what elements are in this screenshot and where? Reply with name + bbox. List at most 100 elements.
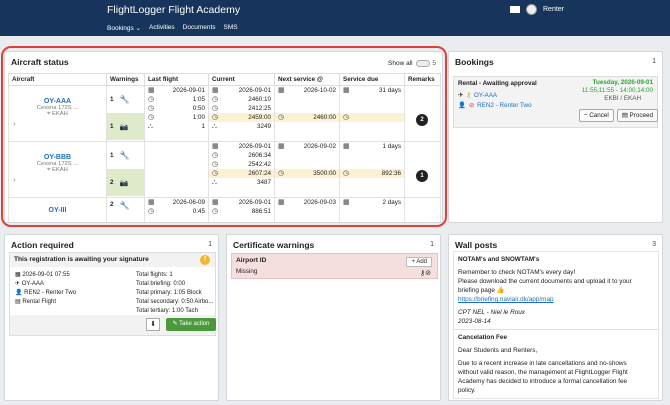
download-button[interactable]: ⬇ (146, 318, 160, 331)
action-card-title: This registration is awaiting your signa… (14, 256, 149, 263)
current-airborne: 2412:25 (248, 105, 271, 112)
brand-title[interactable]: FlightLogger Flight Academy (107, 4, 240, 16)
col-service-due[interactable]: Service due (339, 73, 405, 86)
clock-icon: ◷ (212, 114, 219, 121)
aircraft-name[interactable]: OY-III (9, 207, 106, 214)
post-title: Cancelation Fee (458, 334, 508, 341)
panel-title: Wall posts (455, 240, 498, 250)
warning-maintenance[interactable]: 1 🔧 (107, 86, 144, 113)
post-link[interactable]: https://briefing.naviair.dk/app/map (458, 295, 654, 304)
table-row[interactable]: OY-BBB Cessna 172S ... ⌖ EKAH › 1 🔧 2 📷 ▦ 2… (8, 141, 441, 198)
current-date: 2026-09-01 (238, 199, 271, 206)
next-service-cell: ▦ 2026-10-02 ◷ 2460:00 (274, 85, 340, 142)
calendar-icon: ▦ (278, 199, 285, 206)
last-flight-block: 1:05 (192, 96, 205, 103)
calendar-icon: ▦ (148, 87, 155, 94)
wall-posts-list[interactable]: NOTAM's and SNOWTAM's Remember to check … (453, 251, 659, 399)
take-action-button[interactable]: ✎ Take action (166, 318, 216, 331)
next-service-date: 2026-10-02 (303, 87, 336, 94)
nav-bookings[interactable]: Bookings ⌄ (107, 24, 141, 32)
last-flight-block: 0:45 (192, 208, 205, 215)
chevron-right-icon[interactable]: › (13, 119, 16, 128)
warning-count: 2 (110, 201, 114, 208)
cert-status: Missing (236, 268, 258, 275)
user-icon: 👤 (458, 102, 466, 109)
aircraft-cell[interactable]: OY-III (8, 197, 107, 222)
last-flight-date: 2026-06-09 (172, 199, 205, 206)
chevron-right-icon[interactable]: › (13, 175, 16, 184)
action-required-panel: Action required 1 This registration is a… (4, 234, 219, 401)
avatar[interactable] (526, 4, 537, 15)
calendar-icon: ▦ (212, 143, 219, 150)
calendar-icon: ▦ (148, 199, 155, 206)
nav-sms[interactable]: SMS (224, 24, 238, 32)
col-current[interactable]: Current (208, 73, 275, 86)
booking-time: 11:55,11:55 - 14:00,14:00 (581, 87, 653, 94)
show-all-toggle[interactable]: Show all (388, 60, 430, 67)
aircraft-name[interactable]: OY-AAA (9, 98, 106, 105)
col-aircraft[interactable]: Aircraft (8, 73, 107, 86)
warning-maintenance[interactable]: 2 🔧 (107, 198, 144, 216)
action-details-left: ▦ 2026-09-01 07:55 ✈ OY-AAA 👤 REN2 - Ren… (15, 271, 76, 307)
table-row[interactable]: OY-III 2 🔧 ▦ 2026-06-09 ◷ 0:45 ▦ 2026-09-01 … (8, 197, 441, 222)
wall-count: 3 (652, 241, 656, 248)
action-date: ▦ 2026-09-01 07:55 (15, 272, 70, 278)
warning-maintenance[interactable]: 1 🔧 (107, 142, 144, 169)
cancel-button[interactable]: − Cancel (578, 109, 614, 122)
bookings-panel: Bookings 1 Rental - Awaiting approval Tu… (448, 51, 663, 223)
last-flight-cell: ▦ 2026-09-01 ◷ 1:05 ◷ 0:50 ◷ 1:00 ⛬ 1 (144, 85, 209, 142)
add-button[interactable]: + Add (406, 257, 432, 267)
post-text: Due to a recent increase in late cancell… (458, 360, 627, 367)
proceed-label: Proceed (629, 112, 653, 119)
service-due-cell: ▦ 31 days ◷ (339, 85, 405, 142)
action-count: 1 (208, 241, 212, 248)
nav-activities[interactable]: Activities (149, 24, 175, 32)
table-row[interactable]: OY-AAA Cessna 172S ... ⌖ EKAH › 1 🔧 1 📷 ▦ 2… (8, 85, 441, 142)
clock-icon: ◷ (148, 114, 155, 121)
clock-icon: ◷ (212, 152, 219, 159)
mail-icon[interactable] (510, 6, 520, 13)
warnings-cell: 2 🔧 (106, 197, 145, 222)
last-flight-cell (144, 141, 209, 198)
nav-documents[interactable]: Documents (183, 24, 216, 32)
col-last-flight[interactable]: Last flight (144, 73, 209, 86)
post-date: 2023-08-14 (458, 318, 491, 325)
aircraft-cell[interactable]: OY-AAA Cessna 172S ... ⌖ EKAH › (8, 85, 107, 142)
toggle-switch[interactable] (415, 60, 430, 67)
warning-count: 1 (110, 123, 114, 130)
remarks-badge[interactable]: 2 (416, 114, 428, 126)
clock-icon: ◷ (212, 170, 219, 177)
last-flight-landings: 1 (201, 123, 205, 130)
proceed-button[interactable]: ▤ Proceed (616, 109, 658, 122)
action-details-right: Total flights: 1 Total briefing: 0:00 To… (136, 271, 213, 316)
certificate-warnings-panel: Certificate warnings 1 Airport ID + Add … (226, 234, 441, 401)
clock-icon: ◷ (148, 105, 155, 112)
booking-renter[interactable]: REN2 - Renter Two (477, 102, 531, 109)
aircraft-cell[interactable]: OY-BBB Cessna 172S ... ⌖ EKAH › (8, 141, 107, 198)
warning-camera[interactable]: 1 📷 (107, 113, 144, 140)
remarks-badge[interactable]: 1 (416, 170, 428, 182)
col-next-service[interactable]: Next service @ (274, 73, 340, 86)
col-remarks[interactable]: Remarks (404, 73, 441, 86)
warning-camera[interactable]: 2 📷 (107, 169, 144, 196)
col-warnings[interactable]: Warnings (106, 73, 145, 86)
user-name[interactable]: Renter (543, 6, 564, 13)
last-flight-tach: 1:00 (192, 114, 205, 121)
total-flights: Total flights: 1 (136, 272, 173, 278)
info-icon: ! (200, 255, 210, 265)
next-service-date: 2026-09-02 (303, 143, 336, 150)
next-service-hours: 3500:00 (313, 170, 336, 177)
remarks-cell: 1 (404, 141, 441, 198)
table-header: Aircraft Warnings Last flight Current Ne… (8, 73, 441, 86)
clock-icon: ◷ (212, 208, 219, 215)
next-service-cell: ▦ 2026-09-02 ◷ 3500:00 (274, 141, 340, 198)
service-due-hours: 892:36 (381, 170, 401, 177)
booking-aircraft-line: ✈ ⚷ OY-AAA (458, 92, 497, 99)
cert-title: Airport ID (236, 257, 267, 264)
clock-icon: ◷ (212, 96, 219, 103)
total-secondary: Total secondary: 0:50 Airbo... (136, 299, 214, 305)
aircraft-name[interactable]: OY-BBB (9, 154, 106, 161)
service-due-days: 1 days (382, 143, 401, 150)
booking-aircraft[interactable]: OY-AAA (474, 92, 497, 99)
warning-count: 1 (110, 152, 114, 159)
